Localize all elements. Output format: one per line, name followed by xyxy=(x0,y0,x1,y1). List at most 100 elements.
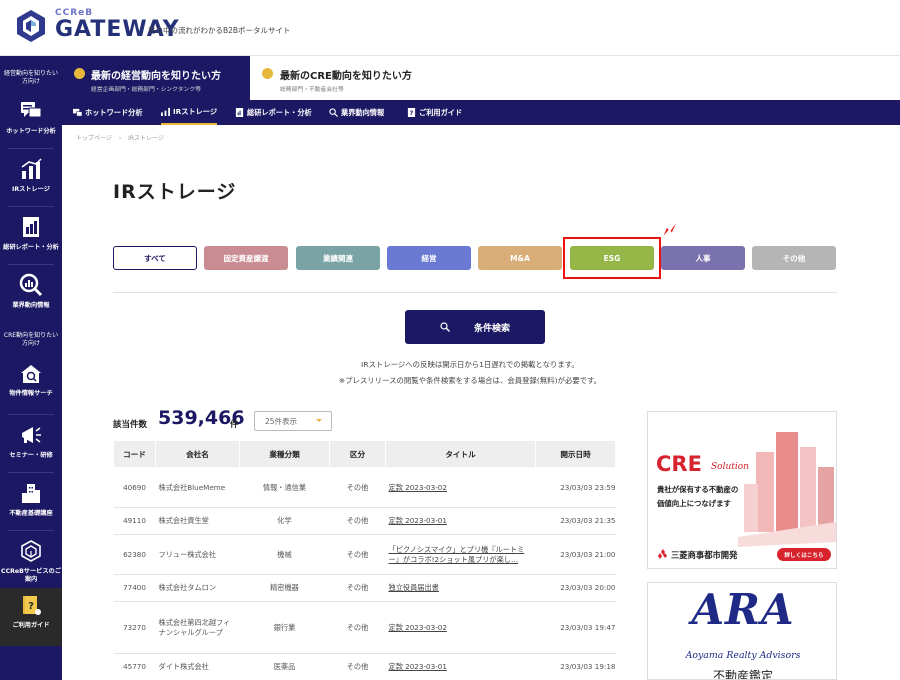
tab-business[interactable]: 最新の経営動向を知りたい方 経営企画部門・総務部門・シンクタンク等 xyxy=(62,56,250,100)
cell-category: その他 xyxy=(329,653,386,680)
mitsubishi-logo-icon xyxy=(658,549,667,559)
table-row: 45770 ダイト株式会社 医薬品 その他 定款 2023-03-01 23/0… xyxy=(113,653,616,680)
sidebar-item-property-search[interactable]: 物件情報サーチ xyxy=(0,356,62,412)
svg-text:?: ? xyxy=(410,110,414,117)
cell-company: 株式会社BlueMeme xyxy=(155,467,240,508)
ara-logo: ARA xyxy=(691,585,795,634)
cell-date: 23/03/03 20:00 xyxy=(535,574,616,602)
sidebar-item-service[interactable]: CCReBサービスのご案内 xyxy=(0,534,62,590)
sidebar-item-guide[interactable]: ? ご利用ガイド xyxy=(0,588,62,646)
category-ma-button[interactable]: M&A xyxy=(478,246,562,270)
ad-cta-button[interactable]: 詳しくはこちら xyxy=(777,548,831,561)
arrow-down-circle-icon xyxy=(74,68,85,79)
audience-tabs: 最新の経営動向を知りたい方 経営企画部門・総務部門・シンクタンク等 最新のCRE… xyxy=(62,56,900,100)
cell-date: 23/03/03 19:18 xyxy=(535,653,616,680)
cell-code: 40690 xyxy=(113,467,156,508)
sidebar-item-label: 物件情報サーチ xyxy=(9,390,53,397)
subnav-hotword[interactable]: ホットワード分析 xyxy=(73,100,143,125)
category-hr-button[interactable]: 人事 xyxy=(661,246,745,270)
cell-code: 49110 xyxy=(113,507,156,535)
site-tagline: 世の中の流れがわかるB2Bポータルサイト xyxy=(148,26,291,35)
sidebar-item-label: IRストレージ xyxy=(12,186,50,193)
section-divider xyxy=(113,292,837,293)
cell-industry: 化学 xyxy=(239,507,330,535)
gateway-logo-icon[interactable] xyxy=(14,9,48,43)
search-icon xyxy=(329,108,338,117)
ad-text: 価値向上につなげます xyxy=(657,499,731,508)
tab-cre[interactable]: 最新のCRE動向を知りたい方 総務部門・不動産会社等 xyxy=(250,56,450,100)
sidebar-item-label: 総研レポート・分析 xyxy=(3,244,59,251)
search-icon xyxy=(440,322,450,332)
sidebar-divider xyxy=(8,264,54,265)
sub-navigation: ホットワード分析 IRストレージ 総研レポート・分析 業界動向情報 ? ご利用ガ… xyxy=(62,100,900,125)
cell-title-link[interactable]: 定款 2023-03-02 xyxy=(385,601,536,654)
sidebar-divider xyxy=(8,148,54,149)
result-count-unit: 件 xyxy=(230,420,239,430)
subnav-label: ホットワード分析 xyxy=(85,107,143,117)
cell-industry: 精密機器 xyxy=(239,574,330,602)
site-header: CCReB GATEWAY 世の中の流れがわかるB2Bポータルサイト xyxy=(0,0,900,56)
table-row: 62380 フリュー株式会社 機械 その他 「ピクノシスマイク」とプリ機『ルート… xyxy=(113,534,616,575)
table-header-row: コード 会社名 業種分類 区分 タイトル 開示日時 xyxy=(113,440,616,468)
cell-code: 62380 xyxy=(113,534,156,575)
arrow-down-circle-icon xyxy=(262,68,273,79)
breadcrumb-separator: › xyxy=(118,135,122,142)
sidebar-item-ir-storage[interactable]: IRストレージ xyxy=(0,152,62,208)
cell-industry: 医薬品 xyxy=(239,653,330,680)
category-all-button[interactable]: すべて xyxy=(113,246,197,270)
subnav-guide[interactable]: ? ご利用ガイド xyxy=(407,100,462,125)
subnav-industry[interactable]: 業界動向情報 xyxy=(329,100,384,125)
ara-ad-banner[interactable]: ARA Aoyama Realty Advisors 不動産鑑定 xyxy=(647,582,837,680)
cre-solution-ad-banner[interactable]: CRE Solution 貴社が保有する不動産の 価値向上につなげます 三菱商事… xyxy=(647,411,837,569)
cell-industry: 情報・通信業 xyxy=(239,467,330,508)
category-asset-transfer-button[interactable]: 固定資産譲渡 xyxy=(204,246,288,270)
cell-title-link[interactable]: 定款 2023-03-01 xyxy=(385,507,536,535)
column-header-industry: 業種分類 xyxy=(239,440,330,468)
sidebar-item-label: CCReBサービスのご案内 xyxy=(1,568,61,583)
sidebar-divider xyxy=(8,530,54,531)
ara-company-name: Aoyama Realty Advisors xyxy=(685,650,801,661)
cell-title-link[interactable]: 定款 2023-03-01 xyxy=(385,653,536,680)
search-button-label: 条件検索 xyxy=(473,323,510,334)
cell-title-link[interactable]: 定款 2023-03-02 xyxy=(385,467,536,508)
category-performance-button[interactable]: 業績関連 xyxy=(296,246,380,270)
tower-icon xyxy=(22,484,40,503)
ad-brand: 三菱商事都市開発 xyxy=(671,550,738,560)
subnav-ir-storage[interactable]: IRストレージ xyxy=(161,100,218,125)
column-header-company: 会社名 xyxy=(155,440,240,468)
sidebar-divider xyxy=(8,206,54,207)
tab-title: 最新の経営動向を知りたい方 xyxy=(91,71,221,82)
esg-highlight-box xyxy=(563,237,661,279)
cell-code: 77400 xyxy=(113,574,156,602)
cell-category: その他 xyxy=(329,534,386,575)
guide-book-icon: ? xyxy=(407,108,416,117)
cell-company: 株式会社第四北越フィナンシャルグループ xyxy=(155,601,240,654)
sidebar-item-industry[interactable]: 業界動向情報 xyxy=(0,268,62,324)
column-header-category: 区分 xyxy=(329,440,386,468)
building-search-icon xyxy=(21,365,41,383)
subnav-label: IRストレージ xyxy=(173,106,218,116)
breadcrumb-home[interactable]: トップページ xyxy=(76,135,112,142)
breadcrumb: トップページ › IRストレージ xyxy=(76,133,169,142)
category-management-button[interactable]: 経営 xyxy=(387,246,471,270)
sidebar-item-label: ホットワード分析 xyxy=(6,128,56,135)
cell-title-link[interactable]: 「ピクノシスマイク」とプリ機『ルートミー』がコラボ!2ショット風プリが楽し… xyxy=(385,534,536,575)
sidebar-item-report[interactable]: 総研レポート・分析 xyxy=(0,210,62,266)
sidebar-item-hotword[interactable]: ホットワード分析 xyxy=(0,94,62,150)
cube-icon xyxy=(21,540,41,562)
cell-category: その他 xyxy=(329,601,386,654)
sidebar-item-seminar[interactable]: セミナー・研修 xyxy=(0,418,62,474)
notice-text: IRストレージへの反映は開示日から1日遅れでの掲載となります。 xyxy=(361,360,579,369)
cell-industry: 機械 xyxy=(239,534,330,575)
sidebar-item-basics[interactable]: 不動産基礎講座 xyxy=(0,476,62,532)
per-page-select[interactable]: 25件表示 xyxy=(254,411,332,431)
cell-company: 株式会社資生堂 xyxy=(155,507,240,535)
category-other-button[interactable]: その他 xyxy=(752,246,836,270)
subnav-report[interactable]: 総研レポート・分析 xyxy=(235,100,312,125)
column-header-code: コード xyxy=(113,440,156,468)
per-page-value: 25件表示 xyxy=(265,416,298,426)
cell-title-link[interactable]: 独立役員届出書 xyxy=(385,574,536,602)
page-title: IRストレージ xyxy=(113,181,237,203)
chevron-down-icon xyxy=(316,419,322,422)
condition-search-button[interactable]: 条件検索 xyxy=(405,310,545,344)
